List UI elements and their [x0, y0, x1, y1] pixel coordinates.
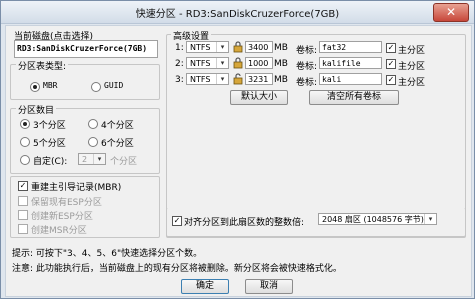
volume-label-caption: 卷标: [296, 46, 318, 56]
quick-partition-dialog: 快速分区 - RD3:SanDiskCruzerForce(7GB) ✕ 当前磁… [0, 0, 475, 299]
volume-label-input-1[interactable]: fat32 [319, 41, 382, 53]
chevron-down-icon: ▾ [424, 214, 436, 224]
count-4-radio[interactable] [88, 119, 98, 129]
size-unit: MB [274, 75, 288, 85]
row-index: 3: [175, 75, 184, 85]
msr-label: 创建MSR分区 [31, 226, 87, 236]
lock-icon[interactable] [233, 41, 243, 53]
partition-count-label: 分区数目 [16, 103, 57, 116]
chevron-down-icon: ▾ [216, 58, 228, 68]
new-esp-checkbox[interactable] [18, 210, 28, 220]
filesystem-select-3[interactable]: NTFS ▾ [186, 73, 229, 85]
custom-count-suffix: 个分区 [110, 157, 138, 167]
count-6-radio[interactable] [88, 137, 98, 147]
custom-count-select[interactable]: 2 ▾ [78, 153, 106, 165]
title-bar[interactable]: 快速分区 - RD3:SanDiskCruzerForce(7GB) ✕ [1, 1, 474, 24]
count-6-label: 6个分区 [101, 139, 134, 149]
cancel-button[interactable]: 取消 [245, 279, 293, 294]
size-input-1[interactable]: 3400 [245, 41, 273, 53]
row-index: 1: [175, 43, 184, 53]
guid-label: GUID [104, 81, 124, 90]
volume-label-caption: 卷标: [296, 62, 318, 72]
filesystem-value: NTFS [190, 43, 211, 52]
mbr-label: MBR [43, 81, 58, 90]
count-5-radio[interactable] [20, 137, 30, 147]
chevron-down-icon: ▾ [216, 74, 228, 84]
count-4-label: 4个分区 [101, 121, 134, 131]
lock-icon[interactable] [233, 57, 243, 69]
primary-label: 主分区 [398, 78, 426, 88]
clear-labels-button[interactable]: 清空所有卷标 [309, 90, 399, 105]
chevron-down-icon: ▾ [93, 154, 105, 164]
count-5-label: 5个分区 [33, 139, 66, 149]
warning-text: 注意: 此功能执行后，当前磁盘上的现有分区将被删除。新分区将会被快速格式化。 [12, 264, 342, 274]
chevron-down-icon: ▾ [216, 42, 228, 52]
keep-esp-checkbox[interactable] [18, 196, 28, 206]
msr-checkbox[interactable] [18, 224, 28, 234]
mbr-radio[interactable] [30, 82, 40, 92]
count-custom-label: 自定(C): [33, 157, 68, 167]
window-title: 快速分区 - RD3:SanDiskCruzerForce(7GB) [135, 9, 340, 20]
close-button[interactable]: ✕ [433, 3, 469, 22]
count-3-label: 3个分区 [33, 121, 66, 131]
new-esp-label: 创建新ESP分区 [31, 212, 93, 222]
primary-label: 主分区 [398, 46, 426, 56]
count-custom-radio[interactable] [20, 155, 30, 165]
align-sectors-value: 2048 扇区 (1048576 字节) [322, 215, 424, 224]
ok-button[interactable]: 确定 [181, 279, 229, 294]
volume-label-caption: 卷标: [296, 78, 318, 88]
filesystem-value: NTFS [190, 75, 211, 84]
filesystem-select-2[interactable]: NTFS ▾ [186, 57, 229, 69]
size-input-3[interactable]: 3231 [245, 73, 273, 85]
align-sectors-select[interactable]: 2048 扇区 (1048576 字节) ▾ [318, 213, 437, 225]
primary-checkbox-2[interactable]: ✓ [386, 59, 396, 69]
rebuild-mbr-label: 重建主引导记录(MBR) [31, 183, 122, 193]
default-size-button[interactable]: 默认大小 [230, 90, 288, 105]
volume-label-input-3[interactable]: kali [319, 73, 382, 85]
volume-label-input-2[interactable]: kalifile [319, 57, 382, 69]
primary-label: 主分区 [398, 62, 426, 72]
rebuild-mbr-checkbox[interactable]: ✓ [18, 181, 28, 191]
primary-checkbox-1[interactable]: ✓ [386, 43, 396, 53]
align-label: 对齐分区到此扇区数的整数倍: [184, 218, 305, 228]
guid-radio[interactable] [91, 82, 101, 92]
count-3-radio[interactable] [20, 119, 30, 129]
partition-table-label: 分区表类型: [16, 59, 69, 72]
size-input-2[interactable]: 1000 [245, 57, 273, 69]
current-disk-selector[interactable]: RD3:SanDiskCruzerForce(7GB) [14, 40, 158, 58]
primary-checkbox-3[interactable]: ✓ [386, 75, 396, 85]
filesystem-select-1[interactable]: NTFS ▾ [186, 41, 229, 53]
custom-count-value: 2 [82, 155, 88, 164]
filesystem-value: NTFS [190, 59, 211, 68]
row-index: 2: [175, 59, 184, 69]
keep-esp-label: 保留现有ESP分区 [31, 198, 102, 208]
size-unit: MB [274, 43, 288, 53]
unlock-icon[interactable] [233, 73, 243, 85]
hint-text: 提示: 可按下"3、4、5、6"快速选择分区个数。 [12, 249, 203, 259]
align-checkbox[interactable]: ✓ [172, 216, 182, 226]
dialog-body: 当前磁盘(点击选择) RD3:SanDiskCruzerForce(7GB) 分… [5, 25, 472, 297]
size-unit: MB [274, 59, 288, 69]
